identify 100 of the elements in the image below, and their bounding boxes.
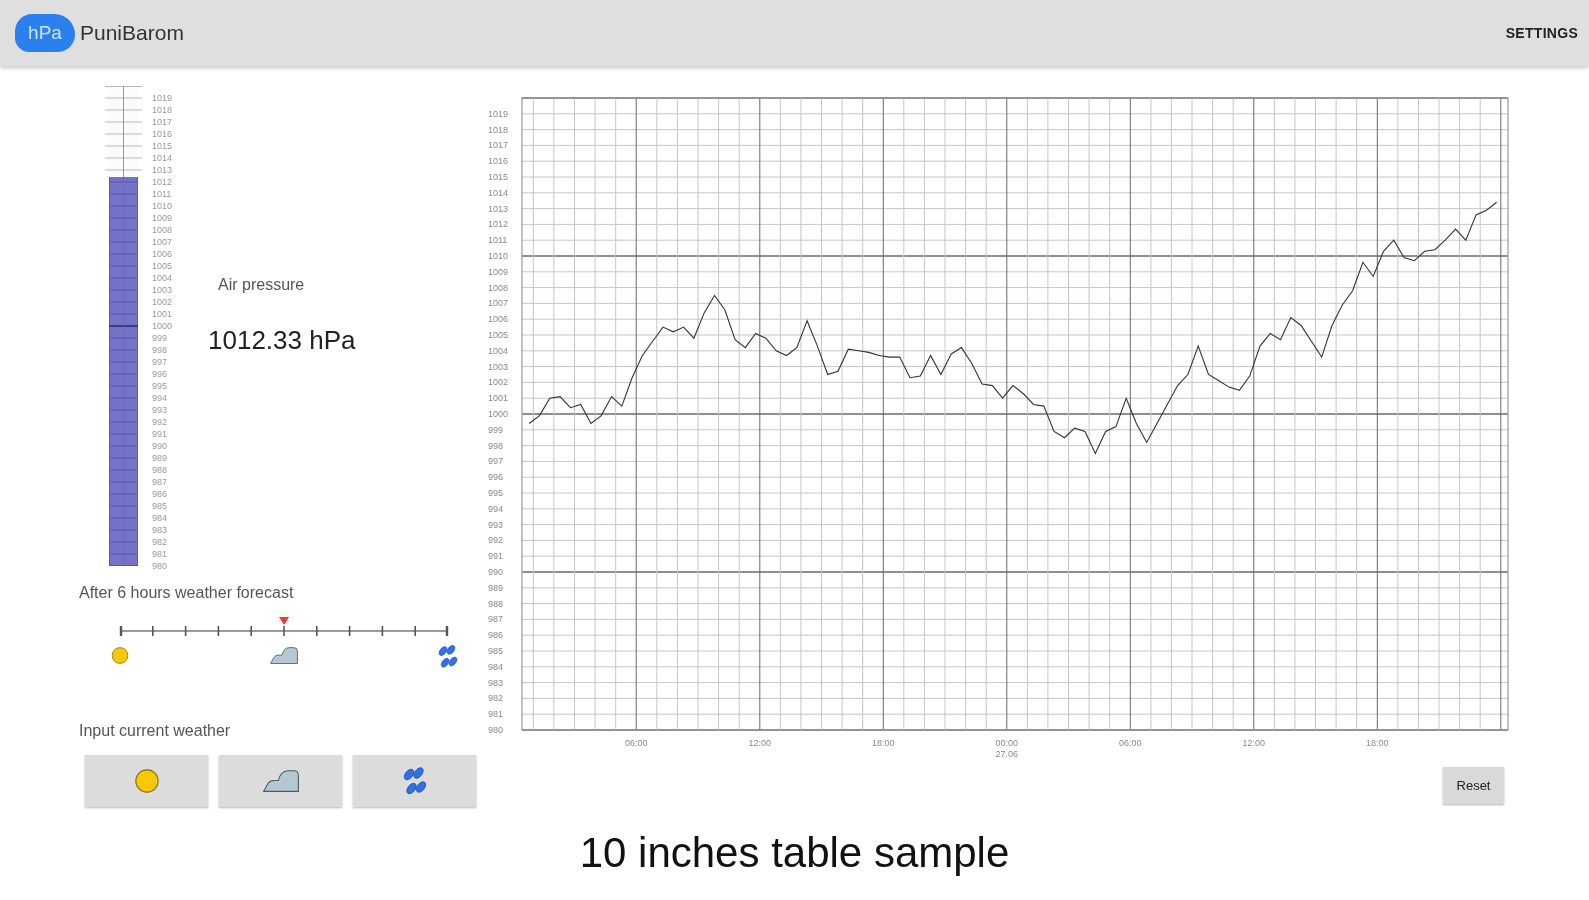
cloud-icon	[270, 647, 298, 664]
y-axis-label: 982	[488, 693, 504, 704]
y-axis-label: 1011	[488, 235, 508, 246]
y-axis-label: 1004	[488, 345, 509, 356]
pressure-label: Air pressure	[218, 275, 305, 295]
scale-label: 1019	[152, 92, 173, 104]
y-axis-label: 1015	[488, 172, 509, 182]
reset-button[interactable]: Reset	[1443, 767, 1504, 804]
scale-label: 998	[152, 344, 168, 356]
y-axis-label: 998	[488, 440, 504, 451]
y-axis-label: 988	[488, 598, 504, 609]
y-axis-label: 996	[488, 472, 504, 483]
scale-label: 997	[152, 356, 168, 368]
scale-label: 1014	[152, 152, 173, 164]
scale-label: 990	[152, 440, 168, 452]
scale-label: 991	[152, 428, 168, 440]
y-axis-label: 993	[488, 519, 504, 530]
y-axis-label: 1005	[488, 330, 509, 340]
y-axis-label: 1008	[488, 282, 509, 293]
app-logo: hPa	[15, 14, 75, 52]
settings-button[interactable]: SETTINGS	[1505, 24, 1578, 42]
caption: 10 inches table sample	[579, 829, 1010, 877]
y-axis-label: 991	[488, 551, 504, 562]
x-axis-label: 12:00	[1242, 738, 1266, 748]
y-axis-label: 985	[488, 646, 504, 656]
scale-label: 984	[152, 512, 168, 524]
weather-button[interactable]	[219, 755, 342, 807]
x-axis-label: 12:00	[748, 738, 772, 748]
sun-icon	[111, 647, 129, 664]
scale-label: 985	[152, 500, 168, 512]
scale-label: 986	[152, 488, 168, 500]
cloud-icon	[262, 770, 299, 792]
y-axis-label: 989	[488, 582, 504, 593]
app-title: PuniBarom	[80, 20, 184, 46]
scale-label: 1016	[152, 128, 173, 140]
scale-label: 992	[152, 416, 168, 428]
scale-label: 1008	[152, 224, 173, 236]
scale-label: 988	[152, 464, 168, 476]
y-axis-label: 1013	[488, 203, 509, 214]
y-axis-label: 1002	[488, 377, 509, 388]
y-axis-label: 984	[488, 661, 504, 672]
y-axis-label: 1009	[488, 266, 509, 277]
scale-label: 994	[152, 392, 168, 404]
x-axis-label: 00:00 27.06	[995, 738, 1019, 759]
y-axis-label: 990	[488, 567, 504, 577]
y-axis-label: 1018	[488, 124, 509, 135]
y-axis-label: 1003	[488, 361, 509, 372]
y-axis-label: 995	[488, 488, 504, 498]
scale-label: 1007	[152, 236, 173, 248]
x-axis-label: 06:00	[1119, 738, 1142, 748]
y-axis-label: 981	[488, 709, 504, 720]
scale-label: 1001	[152, 308, 173, 320]
y-axis-label: 1000	[488, 409, 509, 419]
y-axis-label: 983	[488, 677, 504, 688]
scale-label: 1015	[152, 140, 173, 152]
scale-label: 1017	[152, 116, 173, 128]
input-weather-label: Input current weather	[79, 721, 231, 741]
y-axis-label: 986	[488, 630, 504, 641]
scale-label: 1012	[152, 176, 173, 188]
scale-label: 999	[152, 332, 168, 344]
weather-button[interactable]	[353, 755, 476, 807]
x-axis-label: 18:00	[1366, 738, 1389, 748]
y-axis-label: 1016	[488, 156, 509, 167]
scale-label: 993	[152, 404, 168, 416]
x-axis-label: 06:00	[624, 738, 648, 748]
y-axis-label: 1014	[488, 187, 509, 198]
y-axis-label: 1006	[488, 314, 509, 325]
scale-label: 1004	[152, 272, 173, 284]
scale-label: 1000	[152, 320, 173, 332]
y-axis-label: 994	[488, 503, 504, 514]
y-axis-label: 980	[488, 725, 504, 735]
scale-label: 987	[152, 476, 168, 488]
scale-label: 1002	[152, 296, 173, 308]
scale-label: 1009	[152, 212, 173, 224]
scale-label: 983	[152, 524, 168, 536]
y-axis-label: 1010	[488, 251, 509, 261]
forecast-label: After 6 hours weather forecast	[79, 583, 294, 603]
scale-label: 1018	[152, 104, 173, 116]
sun-icon	[134, 769, 159, 793]
scale-label: 1013	[152, 164, 173, 176]
scale-label: 989	[152, 452, 168, 464]
pressure-value: 1012.33 hPa	[208, 324, 356, 356]
y-axis-label: 1017	[488, 140, 509, 151]
y-axis-label: 992	[488, 535, 504, 546]
y-axis-label: 1012	[488, 219, 509, 230]
scale-label: 1005	[152, 260, 173, 272]
scale-label: 981	[152, 548, 168, 560]
x-axis-label: 18:00	[872, 738, 895, 748]
scale-label: 996	[152, 368, 168, 380]
y-axis-label: 1019	[488, 108, 509, 119]
y-axis-label: 999	[488, 424, 504, 435]
scale-label: 1011	[152, 188, 172, 200]
scale-label: 1006	[152, 248, 173, 260]
y-axis-label: 997	[488, 456, 504, 467]
scale-label: 1010	[152, 200, 173, 212]
scale-label: 982	[152, 536, 168, 548]
y-axis-label: 987	[488, 614, 504, 625]
scale-label: 1003	[152, 284, 173, 296]
scale-label: 980	[152, 560, 168, 572]
y-axis-label: 1007	[488, 298, 509, 309]
